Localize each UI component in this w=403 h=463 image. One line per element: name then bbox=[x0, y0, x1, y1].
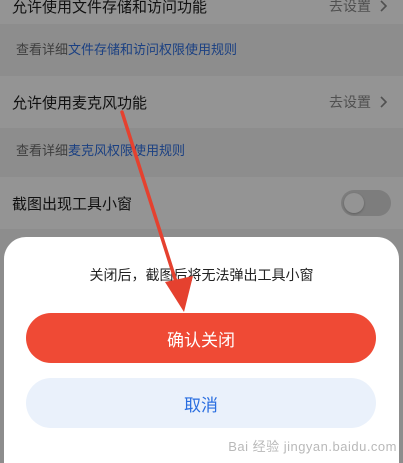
confirm-dialog: 关闭后，截图后将无法弹出工具小窗 确认关闭 取消 bbox=[4, 237, 399, 463]
watermark: Bai 经验 jingyan.baidu.com bbox=[228, 439, 397, 454]
dialog-message: 关闭后，截图后将无法弹出工具小窗 bbox=[89, 268, 314, 284]
confirm-close-button[interactable]: 确认关闭 bbox=[26, 313, 376, 363]
cancel-button[interactable]: 取消 bbox=[26, 378, 376, 428]
